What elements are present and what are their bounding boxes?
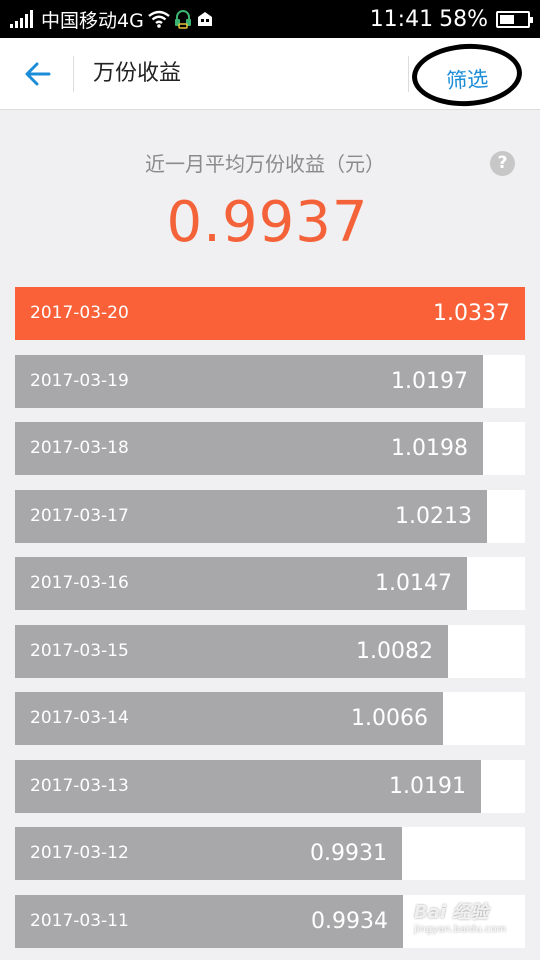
- row-date: 2017-03-20: [30, 303, 129, 323]
- nav-divider: [73, 56, 74, 92]
- list-item[interactable]: 2017-03-12 0.9931: [15, 827, 525, 880]
- nav-divider-right: [408, 56, 409, 92]
- row-value: 1.0191: [389, 774, 466, 799]
- row-date: 2017-03-12: [30, 843, 129, 863]
- row-date: 2017-03-14: [30, 708, 129, 728]
- row-date: 2017-03-18: [30, 438, 129, 458]
- list-item[interactable]: 2017-03-15 1.0082: [15, 625, 525, 678]
- row-date: 2017-03-13: [30, 776, 129, 796]
- average-yield-value: 0.9937: [166, 190, 369, 255]
- nav-bar: 万份收益 筛选: [0, 38, 540, 110]
- list-item[interactable]: 2017-03-13 1.0191: [15, 760, 525, 813]
- row-date: 2017-03-17: [30, 506, 129, 526]
- carrier-text: 中国移动4G: [41, 9, 144, 32]
- battery-percent: 58%: [439, 6, 488, 32]
- row-value: 0.9931: [310, 841, 387, 866]
- wifi-icon: [148, 10, 170, 28]
- row-value: 1.0082: [356, 639, 433, 664]
- headset-icon: [174, 10, 191, 29]
- row-date: 2017-03-11: [30, 911, 129, 931]
- status-bar: 中国移动4G 11:41 58%: [0, 0, 540, 38]
- signal-icon: [10, 10, 33, 28]
- list-item[interactable]: 2017-03-16 1.0147: [15, 557, 525, 610]
- battery-icon: [496, 10, 533, 28]
- summary-label: 近一月平均万份收益（元）: [145, 152, 385, 176]
- row-value: 1.0337: [433, 301, 510, 326]
- row-value: 1.0147: [375, 571, 452, 596]
- back-arrow-icon: [25, 62, 51, 86]
- list-item[interactable]: 2017-03-19 1.0197: [15, 355, 525, 408]
- row-value: 1.0066: [351, 706, 428, 731]
- time-text: 11:41: [369, 6, 434, 32]
- status-left: 中国移动4G: [10, 0, 214, 38]
- store-icon: [197, 12, 212, 26]
- row-value: 0.9934: [311, 909, 388, 934]
- watermark-logo: Bai 经验: [414, 902, 489, 923]
- list-item[interactable]: 2017-03-18 1.0198: [15, 422, 525, 475]
- filter-button[interactable]: 筛选: [410, 41, 524, 109]
- watermark: Bai 经验 jingyan.baidu.com: [414, 898, 534, 948]
- row-date: 2017-03-15: [30, 641, 129, 661]
- status-right: 11:41 58%: [369, 0, 533, 38]
- list-item[interactable]: 2017-03-17 1.0213: [15, 490, 525, 543]
- row-date: 2017-03-16: [30, 573, 129, 593]
- list-item[interactable]: 2017-03-14 1.0066: [15, 692, 525, 745]
- page-title: 万份收益: [93, 61, 182, 86]
- row-value: 1.0197: [391, 369, 468, 394]
- list-item[interactable]: 2017-03-20 1.0337: [15, 287, 525, 340]
- row-date: 2017-03-19: [30, 371, 129, 391]
- row-value: 1.0198: [391, 436, 468, 461]
- help-icon[interactable]: ?: [490, 151, 515, 176]
- back-button[interactable]: [16, 52, 60, 96]
- watermark-url: jingyan.baidu.com: [414, 924, 507, 935]
- row-value: 1.0213: [395, 504, 472, 529]
